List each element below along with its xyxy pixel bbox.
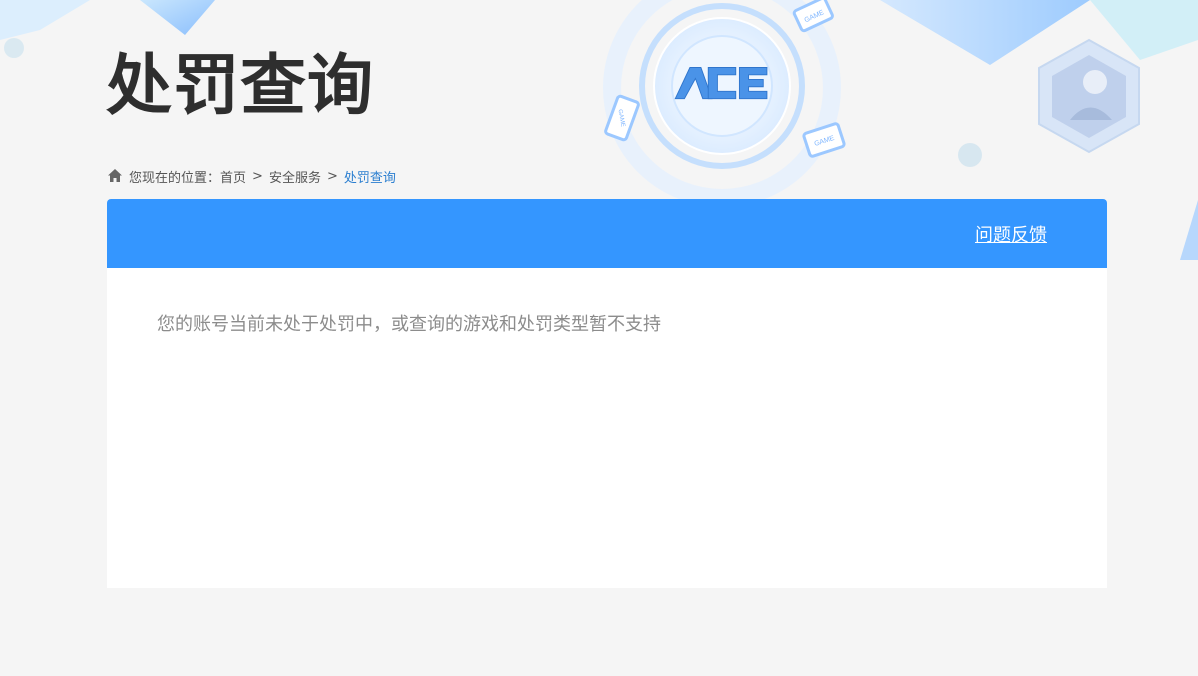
breadcrumb-item-home[interactable]: 首页 bbox=[220, 167, 246, 186]
page-title: 处罚查询 bbox=[106, 47, 374, 124]
breadcrumb-item-current: 处罚查询 bbox=[343, 170, 396, 186]
query-panel: 问题反馈 您的账号当前未处于处罚中，或查询的游戏和处罚类型暂不支持 bbox=[107, 199, 1107, 588]
result-message: 您的账号当前未处于处罚中，或查询的游戏和处罚类型暂不支持 bbox=[157, 314, 661, 335]
ace-logo-icon bbox=[674, 67, 768, 100]
breadcrumb-item-security-service[interactable]: 安全服务 bbox=[269, 167, 321, 186]
panel-header: 问题反馈 bbox=[107, 199, 1107, 268]
breadcrumb-prefix: 您现在的位置： bbox=[129, 170, 221, 186]
breadcrumb: 您现在的位置： 首页 > 安全服务 > 处罚查询 bbox=[107, 166, 396, 186]
breadcrumb-separator: > bbox=[326, 168, 338, 184]
panel-body: 您的账号当前未处于处罚中，或查询的游戏和处罚类型暂不支持 bbox=[107, 268, 1107, 378]
svg-text:GAME: GAME bbox=[804, 9, 826, 24]
feedback-link[interactable]: 问题反馈 bbox=[975, 221, 1047, 247]
svg-text:GAME: GAME bbox=[814, 135, 836, 148]
page: GAME GAME GAME 处罚查询 您现在的位置： 首页 > 安全服务 > … bbox=[0, 0, 1198, 676]
svg-text:GAME: GAME bbox=[617, 109, 626, 127]
home-icon bbox=[107, 168, 123, 184]
breadcrumb-separator: > bbox=[252, 168, 263, 184]
